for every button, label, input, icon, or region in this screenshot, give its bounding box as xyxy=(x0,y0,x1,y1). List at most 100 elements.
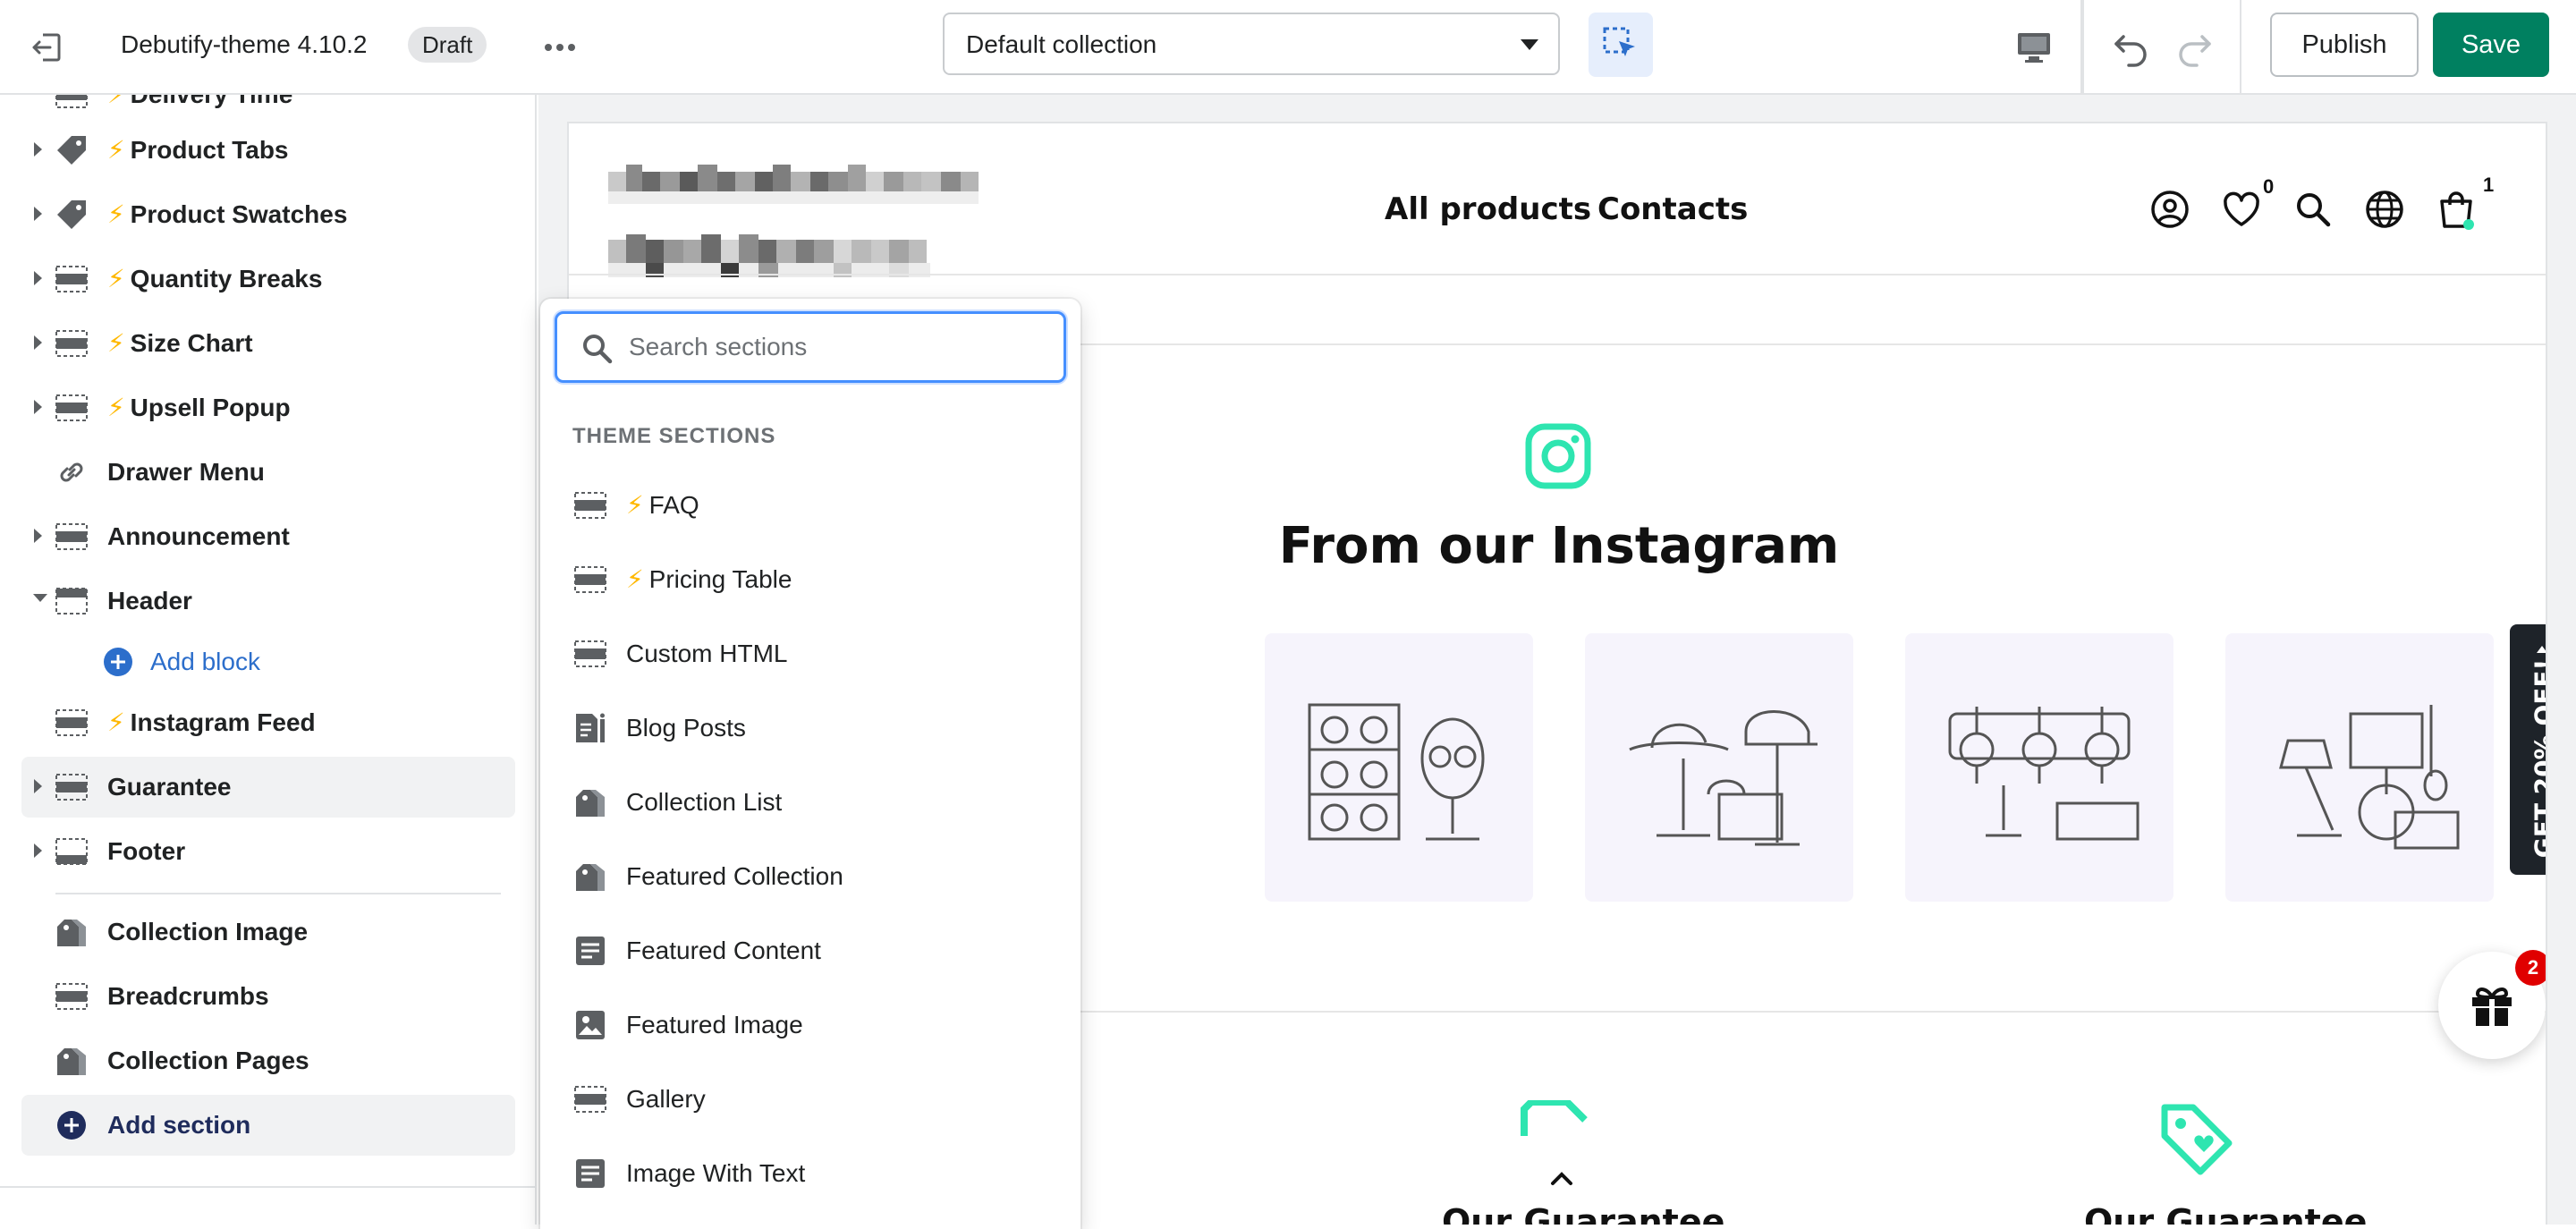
sidebar-item-announcement[interactable]: Announcement xyxy=(21,506,515,567)
redo-icon[interactable] xyxy=(2172,24,2218,71)
instagram-post-hats[interactable] xyxy=(1585,633,1853,902)
picker-item-image-with-text[interactable]: Image With Text xyxy=(556,1142,1064,1205)
sidebar-item-quantity-breaks[interactable]: ⚡Quantity Breaks xyxy=(21,249,515,309)
picker-item-label: Featured Content xyxy=(626,933,821,969)
guarantee-tag-icon xyxy=(2159,1100,2234,1175)
caret-down-icon xyxy=(1521,39,1538,50)
bolt-icon: ⚡ xyxy=(107,394,125,421)
bolt-icon: ⚡ xyxy=(107,329,125,357)
picker-item-featured-content[interactable]: Featured Content xyxy=(556,920,1064,982)
add-block-button[interactable]: Add block xyxy=(77,631,515,692)
picker-item-collection-list[interactable]: Collection List xyxy=(556,771,1064,834)
sidebar-item-product-tabs[interactable]: ⚡Product Tabs xyxy=(21,120,515,181)
picker-item-gallery[interactable]: Gallery xyxy=(556,1068,1064,1131)
inspector-icon[interactable] xyxy=(1589,13,1653,77)
add-circle-icon xyxy=(102,646,134,678)
caret-right-icon[interactable] xyxy=(32,270,47,288)
sidebar-item-label: Breadcrumbs xyxy=(107,979,269,1014)
divider xyxy=(2240,0,2241,95)
sidebar-item-label: Announcement xyxy=(107,519,290,555)
guarantee-title: Our Guarantee xyxy=(2084,1202,2367,1225)
sidebar-item-footer[interactable]: Footer xyxy=(21,821,515,882)
caret-right-icon[interactable] xyxy=(32,335,47,352)
sidebar-item-size-chart[interactable]: ⚡Size Chart xyxy=(21,313,515,374)
picker-item-label: Image With Text xyxy=(626,1156,805,1191)
picker-item-pricing-table[interactable]: ⚡Pricing Table xyxy=(556,548,1064,611)
add-section-button[interactable]: Add section xyxy=(21,1095,515,1156)
sidebar-item-collection-pages[interactable]: Collection Pages xyxy=(21,1030,515,1091)
section-icon xyxy=(55,327,88,360)
caret-right-icon[interactable] xyxy=(32,141,47,159)
section-icon xyxy=(574,1083,606,1115)
instagram-post-lamps[interactable] xyxy=(2225,633,2494,902)
picker-item-faq[interactable]: ⚡FAQ xyxy=(556,474,1064,537)
globe-icon[interactable] xyxy=(2363,188,2406,231)
search-sections-input[interactable] xyxy=(629,326,1049,368)
caret-right-icon[interactable] xyxy=(32,206,47,224)
undo-icon[interactable] xyxy=(2107,24,2154,71)
wishlist-icon[interactable] xyxy=(2220,188,2263,231)
bolt-icon: ⚡ xyxy=(107,136,125,164)
tag-icon xyxy=(55,199,88,231)
caret-right-icon[interactable] xyxy=(32,843,47,860)
picker-item-custom-html[interactable]: Custom HTML xyxy=(556,623,1064,685)
store-logo[interactable] xyxy=(608,154,1002,288)
picker-item-featured-image[interactable]: Featured Image xyxy=(556,994,1064,1056)
scroll-up-button[interactable] xyxy=(1544,1161,1580,1197)
desktop-icon[interactable] xyxy=(2012,26,2055,69)
exit-icon[interactable] xyxy=(25,26,68,69)
sidebar-item-breadcrumbs[interactable]: Breadcrumbs xyxy=(21,966,515,1027)
sidebar-item-product-swatches[interactable]: ⚡Product Swatches xyxy=(21,184,515,245)
picker-item-label: Pricing Table xyxy=(649,565,792,593)
instagram-post-sunglasses[interactable] xyxy=(1265,633,1533,902)
guarantee-title: Our Guarantee xyxy=(1442,1202,1724,1225)
sidebar-item-collection-image[interactable]: Collection Image xyxy=(21,902,515,962)
caret-right-icon[interactable] xyxy=(32,528,47,546)
sidebar-item-drawer-menu[interactable]: Drawer Menu xyxy=(21,442,515,503)
cart-icon[interactable] xyxy=(2435,188,2478,231)
collection-icon xyxy=(55,1045,88,1077)
sidebar-item-instagram-feed[interactable]: ⚡Instagram Feed xyxy=(21,692,515,753)
nav-all-products[interactable]: All products xyxy=(1385,191,1591,227)
sidebar-item-label: Product Tabs xyxy=(131,136,289,164)
sections-sidebar: ⚡Delivery Time ⚡Product Tabs ⚡Product Sw… xyxy=(0,95,537,1225)
section-icon xyxy=(55,95,88,111)
picker-item-label: Gallery xyxy=(626,1081,706,1117)
picker-item-label: Blog Posts xyxy=(626,710,746,746)
divider xyxy=(55,893,501,894)
text-icon xyxy=(574,935,606,967)
save-button[interactable]: Save xyxy=(2433,13,2549,77)
header-section-icon xyxy=(55,585,88,617)
sidebar-item-label: Collection Pages xyxy=(107,1043,309,1079)
gift-icon xyxy=(2469,983,2515,1028)
bolt-icon: ⚡ xyxy=(107,200,125,228)
caret-down-icon[interactable] xyxy=(32,592,47,610)
search-icon[interactable] xyxy=(2292,188,2334,231)
bolt-icon: ⚡ xyxy=(107,95,125,108)
nav-contacts[interactable]: Contacts xyxy=(1597,191,1748,227)
promo-tab[interactable]: GET 20% OFF! xyxy=(2510,624,2547,875)
template-select[interactable]: Default collection xyxy=(943,13,1560,75)
sidebar-item-label: Guarantee xyxy=(107,769,232,805)
caret-right-icon[interactable] xyxy=(32,778,47,796)
blog-icon xyxy=(574,712,606,744)
publish-button[interactable]: Publish xyxy=(2270,13,2419,77)
sidebar-item-guarantee[interactable]: Guarantee xyxy=(21,757,515,818)
picker-item-blog-posts[interactable]: Blog Posts xyxy=(556,697,1064,759)
sidebar-item-label: Upsell Popup xyxy=(131,394,291,421)
image-icon xyxy=(574,1009,606,1041)
instagram-post-watches[interactable] xyxy=(1905,633,2174,902)
sidebar-item-header[interactable]: Header xyxy=(21,571,515,631)
link-icon xyxy=(55,456,88,488)
picker-item-featured-collection[interactable]: Featured Collection xyxy=(556,845,1064,908)
guarantee-tag-icon xyxy=(1519,1100,1590,1136)
caret-right-icon[interactable] xyxy=(32,399,47,417)
picker-item-label: Collection List xyxy=(626,784,782,820)
add-section-label: Add section xyxy=(107,1107,250,1143)
add-circle-icon xyxy=(55,1109,88,1141)
sidebar-item-upsell-popup[interactable]: ⚡Upsell Popup xyxy=(21,377,515,438)
account-icon[interactable] xyxy=(2148,188,2191,231)
section-search[interactable] xyxy=(555,311,1066,383)
more-actions-icon[interactable] xyxy=(533,26,587,69)
picker-item-label: Featured Image xyxy=(626,1007,803,1043)
